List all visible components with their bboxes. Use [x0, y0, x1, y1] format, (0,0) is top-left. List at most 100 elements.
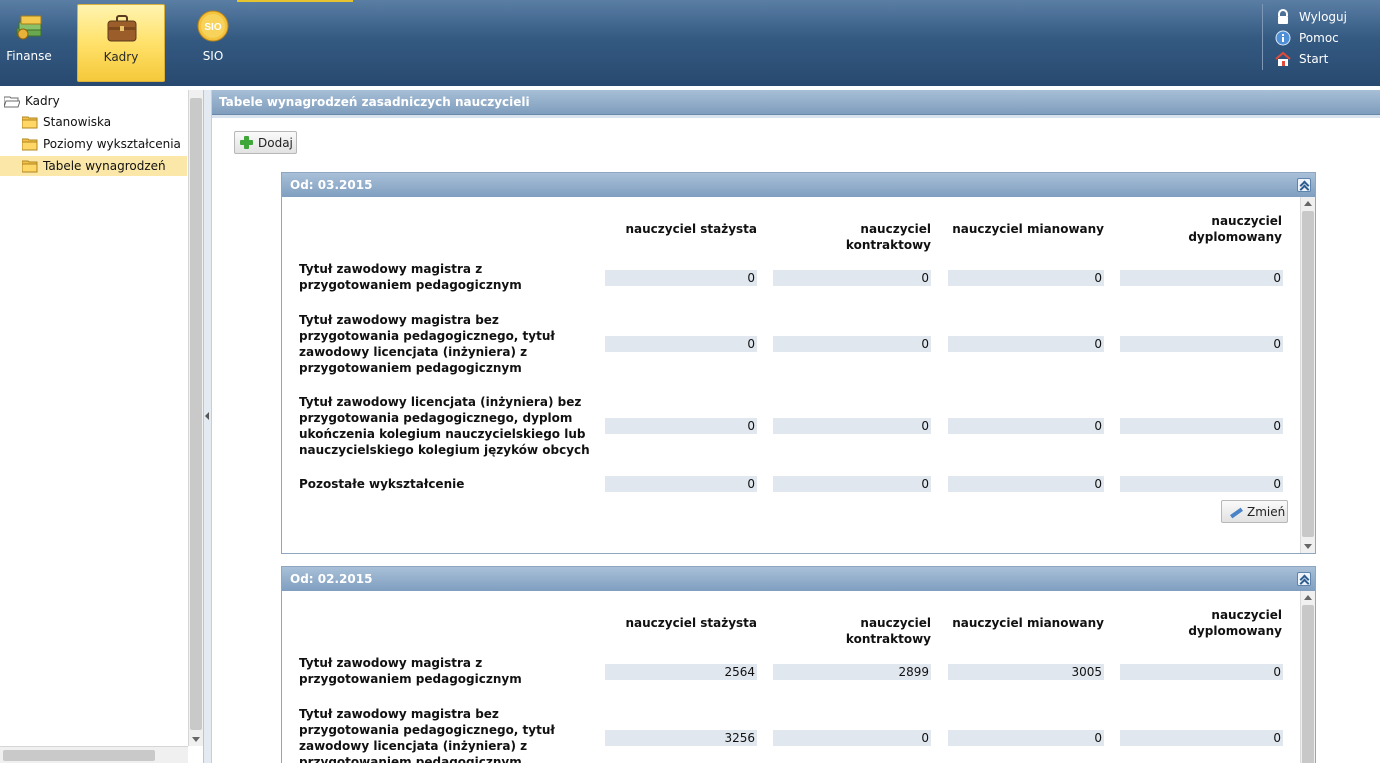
- pencil-icon: [1229, 506, 1243, 518]
- tree-item-label: Stanowiska: [43, 115, 112, 129]
- panel-splitter[interactable]: [204, 90, 212, 763]
- collapse-left-arrow-icon[interactable]: [205, 412, 209, 420]
- salary-input[interactable]: [773, 270, 931, 286]
- page-title: Tabele wynagrodzeń zasadniczych nauczyci…: [212, 90, 1380, 115]
- tree-item-stanowiska[interactable]: Stanowiska: [22, 112, 111, 132]
- money-stack-icon: [16, 15, 42, 40]
- home-label: Start: [1299, 52, 1329, 66]
- collapse-up-icon[interactable]: [1297, 572, 1311, 586]
- home-icon: [1275, 51, 1291, 66]
- panel-title-text: Od: 03.2015: [290, 178, 373, 192]
- edit-button-label: Zmień: [1247, 504, 1286, 519]
- scroll-up-arrow-icon[interactable]: [1304, 201, 1312, 206]
- panel-title: Od: 02.2015: [282, 567, 1315, 591]
- tree-item-poziomy-wyksztalcenia[interactable]: Poziomy wykształcenia: [22, 134, 181, 154]
- tree-item-label: Poziomy wykształcenia: [43, 137, 181, 151]
- app-label-kadry: Kadry: [103, 50, 139, 64]
- row-label: Tytuł zawodowy licencjata (inżyniera) be…: [299, 395, 590, 457]
- app-button-finanse[interactable]: Finanse: [0, 0, 58, 82]
- row-label: Tytuł zawodowy magistra z przygotowaniem…: [299, 262, 522, 292]
- scroll-down-arrow-icon[interactable]: [192, 737, 200, 742]
- column-header: nauczyciel kontraktowy: [845, 616, 931, 646]
- salary-input[interactable]: [773, 476, 931, 492]
- add-button-label: Dodaj: [258, 135, 293, 150]
- app-button-sio[interactable]: SIO SIO: [190, 0, 236, 82]
- folder-icon: [22, 116, 38, 128]
- edit-button[interactable]: Zmień: [1221, 500, 1288, 523]
- salary-input[interactable]: [605, 730, 757, 746]
- salary-input[interactable]: [605, 476, 757, 492]
- app-label-sio: SIO: [202, 49, 224, 63]
- column-header: nauczyciel mianowany: [952, 616, 1104, 630]
- panel-body: nauczyciel stażysta nauczyciel kontrakto…: [282, 197, 1301, 553]
- app-button-kadry[interactable]: Kadry: [77, 4, 165, 82]
- panel-scroll-thumb[interactable]: [1302, 211, 1314, 537]
- home-link[interactable]: Start: [1275, 50, 1328, 68]
- row-label: Tytuł zawodowy magistra z przygotowaniem…: [299, 656, 522, 686]
- column-header: nauczyciel kontraktowy: [845, 222, 931, 252]
- panel-vertical-scrollbar[interactable]: [1300, 591, 1315, 763]
- row-label: Tytuł zawodowy magistra bez przygotowani…: [299, 313, 555, 375]
- tree-item-tabele-wynagrodzen[interactable]: Tabele wynagrodzeń: [0, 156, 187, 176]
- logout-label: Wyloguj: [1299, 10, 1347, 24]
- collapse-up-icon[interactable]: [1297, 178, 1311, 192]
- column-header: nauczyciel stażysta: [625, 222, 757, 236]
- column-header: nauczyciel dyplomowany: [1188, 214, 1282, 244]
- header-divider: [212, 115, 1380, 118]
- salary-input[interactable]: [948, 336, 1104, 352]
- help-link[interactable]: Pomoc: [1275, 29, 1339, 47]
- top-toolbar: Finanse Kadry SIO SIO Wyloguj Pomoc Star…: [0, 0, 1380, 86]
- tree-root-kadry[interactable]: Kadry: [4, 91, 60, 111]
- salary-input[interactable]: [1120, 270, 1283, 286]
- scroll-up-arrow-icon[interactable]: [1304, 595, 1312, 600]
- sidebar-vertical-scrollbar[interactable]: [188, 90, 203, 746]
- panel-title: Od: 03.2015: [282, 173, 1315, 197]
- sio-badge-text: SIO: [204, 22, 221, 33]
- salary-input[interactable]: [605, 664, 757, 680]
- folder-icon: [22, 160, 38, 172]
- tree-root-label: Kadry: [25, 94, 60, 108]
- top-right-links: Wyloguj Pomoc Start: [1262, 4, 1380, 70]
- tree-item-label: Tabele wynagrodzeń: [43, 159, 166, 173]
- sidebar-hscroll-thumb[interactable]: [3, 750, 155, 761]
- salary-input[interactable]: [773, 418, 931, 434]
- salary-input[interactable]: [605, 270, 757, 286]
- salary-input[interactable]: [1120, 730, 1283, 746]
- row-label: Tytuł zawodowy magistra bez przygotowani…: [299, 707, 555, 763]
- plus-icon: [240, 136, 253, 149]
- salary-input[interactable]: [605, 418, 757, 434]
- salary-input[interactable]: [1120, 418, 1283, 434]
- salary-table-panel: Od: 02.2015 nauczyciel stażysta nauczyci…: [281, 566, 1316, 763]
- help-label: Pomoc: [1299, 31, 1339, 45]
- main-panel: Tabele wynagrodzeń zasadniczych nauczyci…: [212, 90, 1380, 763]
- salary-input[interactable]: [948, 730, 1104, 746]
- column-header: nauczyciel mianowany: [952, 222, 1104, 236]
- lock-icon: [1278, 9, 1288, 24]
- salary-input[interactable]: [1120, 664, 1283, 680]
- salary-input[interactable]: [605, 336, 757, 352]
- salary-input[interactable]: [948, 476, 1104, 492]
- add-button[interactable]: Dodaj: [234, 131, 297, 154]
- panel-body: nauczyciel stażysta nauczyciel kontrakto…: [282, 591, 1301, 763]
- app-label-finanse: Finanse: [6, 49, 52, 63]
- sio-badge-icon: SIO: [197, 10, 229, 42]
- salary-table-panel: Od: 03.2015 nauczyciel stażysta nauczyci…: [281, 172, 1316, 554]
- salary-input[interactable]: [773, 730, 931, 746]
- salary-input[interactable]: [773, 336, 931, 352]
- logout-link[interactable]: Wyloguj: [1275, 8, 1347, 26]
- salary-input[interactable]: [1120, 476, 1283, 492]
- panel-vertical-scrollbar[interactable]: [1300, 197, 1315, 553]
- row-label: Pozostałe wykształcenie: [299, 477, 465, 491]
- folder-icon: [22, 138, 38, 150]
- salary-input[interactable]: [948, 418, 1104, 434]
- salary-input[interactable]: [773, 664, 931, 680]
- panel-scroll-thumb[interactable]: [1302, 605, 1314, 763]
- open-folder-icon: [4, 96, 20, 107]
- scroll-down-arrow-icon[interactable]: [1304, 544, 1312, 549]
- panel-title-text: Od: 02.2015: [290, 572, 373, 586]
- salary-input[interactable]: [1120, 336, 1283, 352]
- sidebar-scroll-thumb[interactable]: [190, 98, 202, 730]
- sidebar-horizontal-scrollbar[interactable]: [0, 746, 188, 763]
- salary-input[interactable]: [948, 270, 1104, 286]
- salary-input[interactable]: [948, 664, 1104, 680]
